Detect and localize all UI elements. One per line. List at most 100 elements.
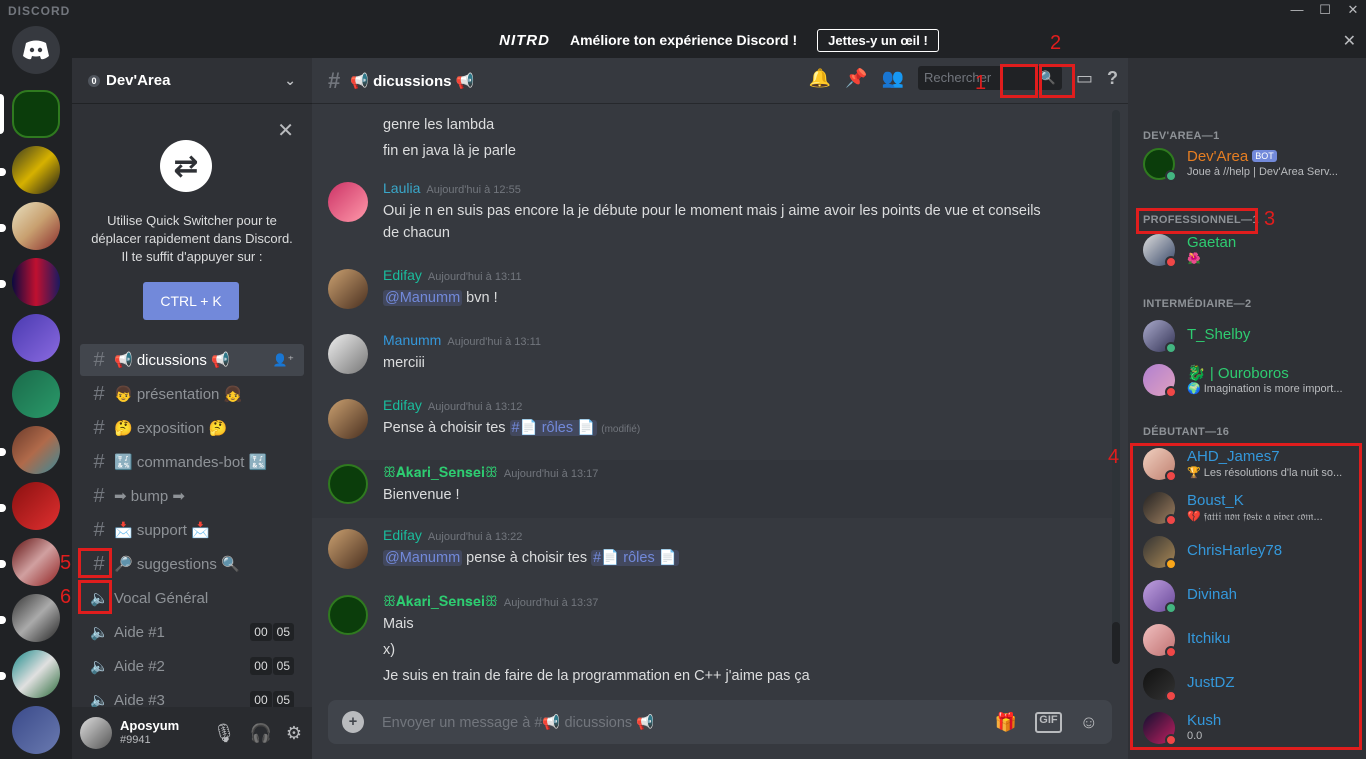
avatar[interactable] [328, 269, 368, 309]
user-mention[interactable]: @Manumm [383, 550, 463, 566]
message-author[interactable]: Edifay Aujourd'hui à 13:12 [383, 397, 522, 413]
message: Edifay Aujourd'hui à 13:11 @Manumm bvn ! [328, 267, 1108, 317]
server-icon[interactable] [12, 650, 60, 698]
member-item[interactable]: Dev'Area BOT Joue à //help | Dev'Area Ser… [1143, 142, 1358, 186]
message: Laulia Aujourd'hui à 12:55 Oui je n en su… [328, 180, 1108, 250]
help-icon[interactable]: ? [1107, 68, 1118, 89]
server-icon[interactable] [12, 258, 60, 306]
close-icon[interactable]: ✕ [1343, 31, 1356, 51]
pin-icon[interactable]: 📌 [845, 68, 867, 89]
message-author[interactable]: Edifay Aujourd'hui à 13:11 [383, 267, 522, 283]
message-author[interactable]: Manumm Aujourd'hui à 13:11 [383, 332, 541, 348]
chevron-down-icon[interactable]: ⌄ [284, 72, 296, 89]
user-mention[interactable]: @Manumm [383, 290, 463, 306]
message-author[interactable]: ꕥ𝐀𝐤𝐚𝐫𝐢_𝐒𝐞𝐧𝐬𝐞𝐢ꕥ Aujourd'hui à 13:37 [383, 593, 598, 610]
nitro-message: Améliore ton expérience Discord ! [569, 32, 798, 48]
unread-dot [0, 672, 6, 680]
upload-plus-icon[interactable]: + [342, 711, 364, 733]
microphone-icon[interactable]: 🎙 [213, 723, 236, 744]
gift-icon[interactable]: 🎁 [995, 712, 1017, 733]
maximize-button[interactable]: ☐ [1310, 0, 1340, 22]
annotation-label-1: 1 [975, 72, 987, 94]
message-placeholder: Envoyer un message à #📢 dicussions 📢 [382, 714, 655, 731]
member-status: 🌍 Imagination is more import... [1187, 383, 1343, 395]
message-input[interactable]: + Envoyer un message à #📢 dicussions 📢 🎁… [328, 700, 1112, 744]
discord-logo-icon [23, 40, 49, 60]
headphones-icon[interactable]: 🎧 [249, 723, 271, 744]
hash-icon: # [93, 450, 105, 473]
nitro-cta-button[interactable]: Jettes-y un œil ! [817, 28, 939, 52]
swap-arrows-icon: ⇄ [160, 140, 212, 192]
member-item[interactable]: Gaetan 🌺 [1143, 228, 1358, 272]
message-author[interactable]: Laulia Aujourd'hui à 12:55 [383, 180, 521, 196]
user-name-block: Aposyum #9941 [120, 718, 179, 748]
server-icon[interactable] [12, 594, 60, 642]
channel-suggestions[interactable]: # 🔎 suggestions 🔍 [80, 548, 304, 580]
channel-dicussions[interactable]: # 📢 dicussions 📢 👤⁺ [80, 344, 304, 376]
invite-icon[interactable]: 👤⁺ [273, 353, 294, 367]
server-header[interactable]: 0 Dev'Area ⌄ [72, 58, 312, 104]
channel-presentation[interactable]: # 👦 présentation 👧 [80, 378, 304, 410]
member-item[interactable]: 🐉 | Ouroboros 🌍 Imagination is more impo… [1143, 358, 1358, 402]
channel-bump[interactable]: # ➡ bump ➡ [80, 480, 304, 512]
channel-support[interactable]: # 📩 support 📩 [80, 514, 304, 546]
voice-channel-vocal-general[interactable]: 🔈 Vocal Général [80, 582, 304, 614]
home-button[interactable] [12, 26, 60, 74]
hash-icon: # [93, 416, 105, 439]
channel-sidebar: 0 Dev'Area ⌄ ✕ ⇄ Utilise Quick Switcher … [72, 58, 312, 759]
server-icon[interactable] [12, 426, 60, 474]
server-icon[interactable] [12, 706, 60, 754]
bot-badge: BOT [1252, 150, 1277, 162]
message-line: genre les lambda [383, 117, 495, 133]
server-icon[interactable] [12, 314, 60, 362]
annotation-box-2 [1039, 64, 1075, 98]
gear-icon[interactable]: ⚙ [286, 723, 302, 744]
channel-label: ➡ bump ➡ [114, 488, 185, 505]
close-window-button[interactable]: ✕ [1338, 0, 1366, 22]
message-author[interactable]: ꕥ𝐀𝐤𝐚𝐫𝐢_𝐒𝐞𝐧𝐬𝐞𝐢ꕥ Aujourd'hui à 13:17 [383, 464, 598, 481]
voice-channel-aide-2[interactable]: 🔈 Aide #2 00 05 [80, 650, 304, 682]
server-icon[interactable] [12, 538, 60, 586]
member-item[interactable]: T_Shelby [1143, 314, 1358, 358]
channel-mention[interactable]: #📄 rôles 📄 [591, 550, 679, 566]
annotation-box-3 [1136, 208, 1258, 234]
avatar[interactable] [328, 334, 368, 374]
server-icon-devarea[interactable] [12, 90, 60, 138]
status-online-icon [1165, 342, 1177, 354]
ctrl-k-button[interactable]: CTRL + K [143, 282, 239, 320]
members-icon[interactable]: 👥 [882, 68, 904, 89]
gif-button[interactable]: GIF [1035, 711, 1062, 733]
avatar[interactable] [328, 464, 368, 504]
server-icon[interactable] [12, 202, 60, 250]
avatar[interactable] [328, 182, 368, 222]
server-icon[interactable] [12, 370, 60, 418]
user-tag: #9941 [120, 734, 151, 746]
channel-commandes-bot[interactable]: # 🔣 commandes-bot 🔣 [80, 446, 304, 478]
hash-icon: # [93, 484, 105, 507]
message: Edifay Aujourd'hui à 13:12 Pense à choisi… [328, 397, 1108, 447]
speaker-icon: 🔈 [90, 658, 109, 675]
avatar[interactable] [328, 595, 368, 635]
nitro-logo: NITRD [499, 31, 550, 49]
avatar[interactable] [328, 529, 368, 569]
close-icon[interactable]: ✕ [277, 118, 294, 143]
hash-icon: # [93, 382, 105, 405]
server-icon[interactable] [12, 482, 60, 530]
avatar[interactable] [328, 399, 368, 439]
channel-exposition[interactable]: # 🤔 exposition 🤔 [80, 412, 304, 444]
unread-dot [0, 504, 6, 512]
user-limit-badge: 00 05 [249, 657, 294, 675]
scrollbar-thumb[interactable] [1112, 622, 1120, 664]
message-author[interactable]: Edifay Aujourd'hui à 13:22 [383, 527, 522, 543]
message-line: Pense à choisir tes #📄 rôles 📄 (modifié) [383, 420, 641, 436]
annotation-label-6: 6 [60, 586, 72, 608]
inbox-icon[interactable]: ▭ [1076, 68, 1093, 89]
minimize-button[interactable]: — [1282, 0, 1312, 22]
voice-channel-aide-1[interactable]: 🔈 Aide #1 00 05 [80, 616, 304, 648]
emoji-icon[interactable]: ☺ [1080, 712, 1098, 733]
scrollbar[interactable] [1112, 110, 1120, 664]
bell-icon[interactable]: 🔔 [809, 68, 831, 89]
channel-mention[interactable]: #📄 rôles 📄 [509, 420, 598, 436]
server-icon[interactable] [12, 146, 60, 194]
avatar[interactable] [80, 717, 112, 749]
